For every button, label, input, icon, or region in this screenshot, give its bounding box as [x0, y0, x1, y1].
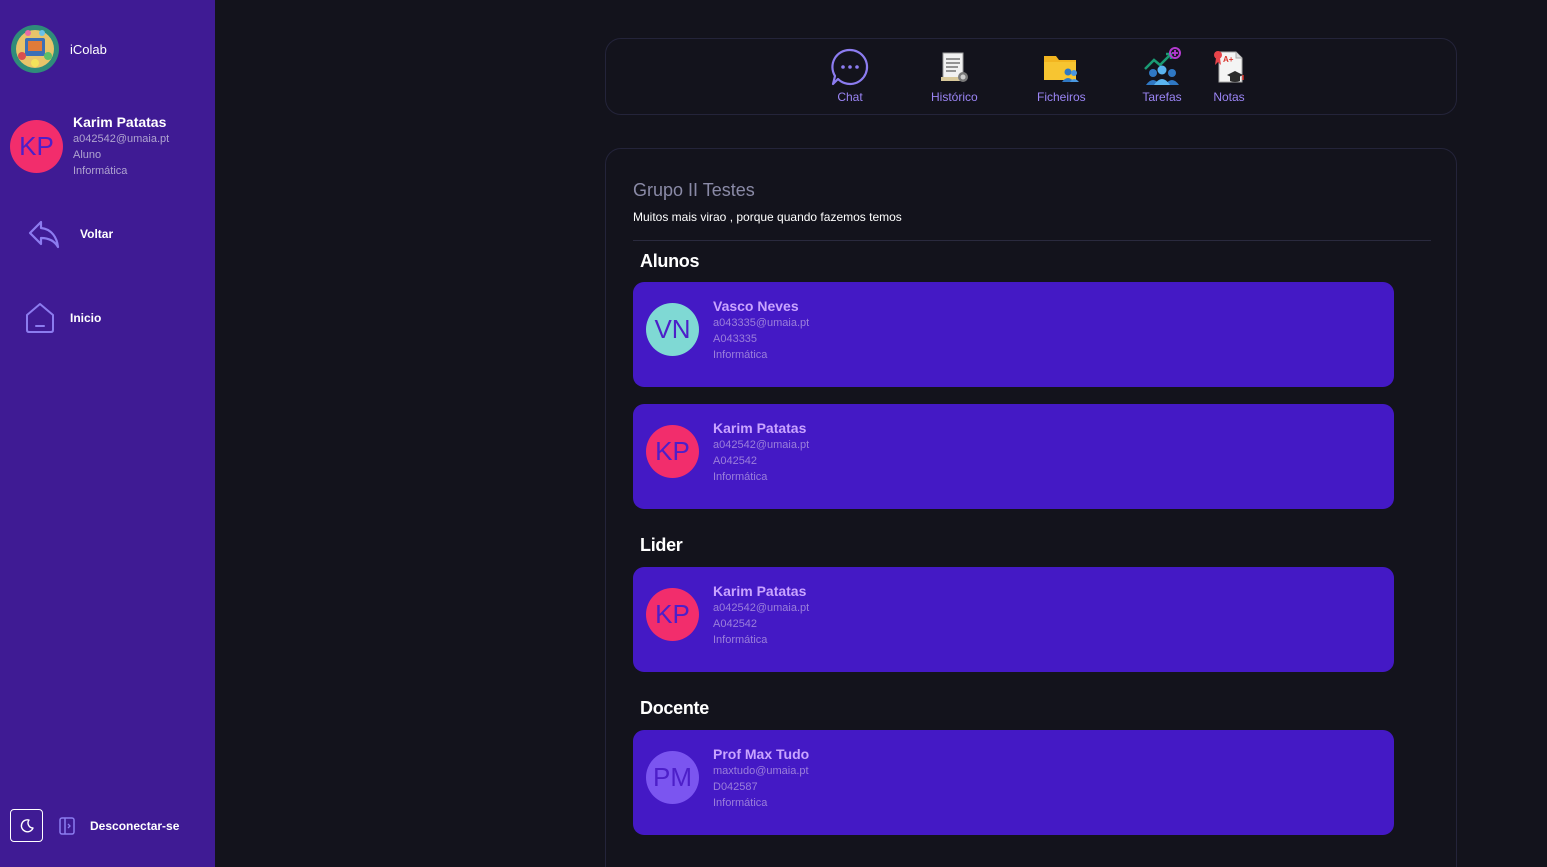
user-email: a042542@umaia.pt — [73, 133, 170, 145]
member-number: A042542 — [713, 618, 758, 630]
member-email: a042542@umaia.pt — [713, 439, 810, 451]
member-number: A043335 — [713, 333, 758, 345]
tab-historico[interactable]: Histórico — [931, 47, 978, 104]
brand[interactable]: iColab — [10, 24, 107, 74]
theme-toggle-button[interactable] — [10, 809, 43, 842]
member-email: maxtudo@umaia.pt — [713, 765, 809, 777]
user-avatar: KP — [10, 120, 63, 173]
member-avatar: PM — [646, 751, 699, 804]
member-card[interactable]: VN Vasco Neves a043335@umaia.pt A043335 … — [633, 282, 1394, 387]
teacher-card[interactable]: PM Prof Max Tudo maxtudo@umaia.pt D04258… — [633, 730, 1394, 835]
user-avatar-initials: KP — [19, 131, 54, 161]
group-title: Grupo II Testes — [633, 180, 755, 200]
team-tasks-icon — [1142, 47, 1182, 87]
member-name: Vasco Neves — [713, 298, 799, 314]
member-avatar-initials: PM — [653, 762, 692, 792]
folder-users-icon — [1041, 47, 1081, 87]
leader-card[interactable]: KP Karim Patatas a042542@umaia.pt A04254… — [633, 567, 1394, 672]
tab-chat[interactable]: Chat — [830, 47, 870, 104]
tab-ficheiros-label: Ficheiros — [1037, 90, 1086, 104]
member-info: Karim Patatas a042542@umaia.pt A042542 I… — [713, 582, 809, 648]
tab-chat-label: Chat — [837, 90, 863, 104]
app-logo-icon — [11, 25, 59, 73]
teacher-section-title: Docente — [640, 698, 709, 718]
member-course: Informática — [713, 471, 768, 483]
member-name: Prof Max Tudo — [713, 746, 810, 762]
back-button[interactable]: Voltar — [26, 216, 113, 252]
leader-section-title: Lider — [640, 535, 683, 555]
member-avatar: KP — [646, 425, 699, 478]
member-info: Vasco Neves a043335@umaia.pt A043335 Inf… — [713, 297, 809, 363]
chat-bubble-icon — [830, 47, 870, 87]
grade-report-icon: A+ — [1209, 47, 1249, 87]
home-label: Inicio — [70, 311, 102, 325]
logout-label: Desconectar-se — [90, 819, 180, 833]
member-info: Prof Max Tudo maxtudo@umaia.pt D042587 I… — [713, 745, 809, 811]
member-avatar-initials: VN — [654, 314, 691, 344]
back-label: Voltar — [80, 227, 114, 241]
member-course: Informática — [713, 634, 768, 646]
member-name: Karim Patatas — [713, 583, 807, 599]
member-email: a043335@umaia.pt — [713, 317, 810, 329]
member-number: D042587 — [713, 781, 758, 793]
member-info: Karim Patatas a042542@umaia.pt A042542 I… — [713, 419, 809, 485]
svg-text:A+: A+ — [1223, 55, 1234, 64]
home-nav-item[interactable]: Inicio — [24, 301, 101, 335]
member-avatar: KP — [646, 588, 699, 641]
member-card[interactable]: KP Karim Patatas a042542@umaia.pt A04254… — [633, 404, 1394, 509]
tab-historico-label: Histórico — [931, 90, 978, 104]
sidebar: iColab KP Karim Patatas a042542@umaia.pt… — [0, 0, 215, 867]
member-course: Informática — [713, 797, 768, 809]
member-name: Karim Patatas — [713, 420, 807, 436]
user-role: Aluno — [73, 149, 102, 161]
reply-arrow-icon — [28, 220, 60, 249]
member-email: a042542@umaia.pt — [713, 602, 810, 614]
logout-button[interactable]: Desconectar-se — [58, 816, 179, 836]
group-details-panel: Grupo II Testes Muitos mais virao , porq… — [605, 148, 1457, 867]
students-section-title: Alunos — [640, 251, 700, 271]
home-icon — [26, 303, 54, 333]
divider — [633, 240, 1431, 241]
group-description: Muitos mais virao , porque quando fazemo… — [633, 210, 902, 224]
group-toolbar: Chat Histórico Ficheiros Tarefas A+ Nota… — [605, 38, 1457, 115]
user-info: Karim Patatas a042542@umaia.pt Aluno Inf… — [73, 113, 169, 179]
tab-notas-label: Notas — [1213, 90, 1245, 104]
tab-ficheiros[interactable]: Ficheiros — [1037, 47, 1086, 104]
member-avatar-initials: KP — [655, 599, 690, 629]
tab-notas[interactable]: A+ Notas — [1209, 47, 1249, 104]
app-name: iColab — [70, 41, 107, 57]
member-avatar: VN — [646, 303, 699, 356]
moon-icon — [20, 818, 34, 832]
logout-icon — [59, 817, 75, 835]
document-history-icon — [934, 47, 974, 87]
tab-tarefas[interactable]: Tarefas — [1142, 47, 1182, 104]
user-name: Karim Patatas — [73, 114, 167, 130]
user-course: Informática — [73, 165, 128, 177]
user-profile: KP Karim Patatas a042542@umaia.pt Aluno … — [10, 113, 169, 179]
member-course: Informática — [713, 349, 768, 361]
member-number: A042542 — [713, 455, 758, 467]
member-avatar-initials: KP — [655, 436, 690, 466]
tab-tarefas-label: Tarefas — [1142, 90, 1182, 104]
